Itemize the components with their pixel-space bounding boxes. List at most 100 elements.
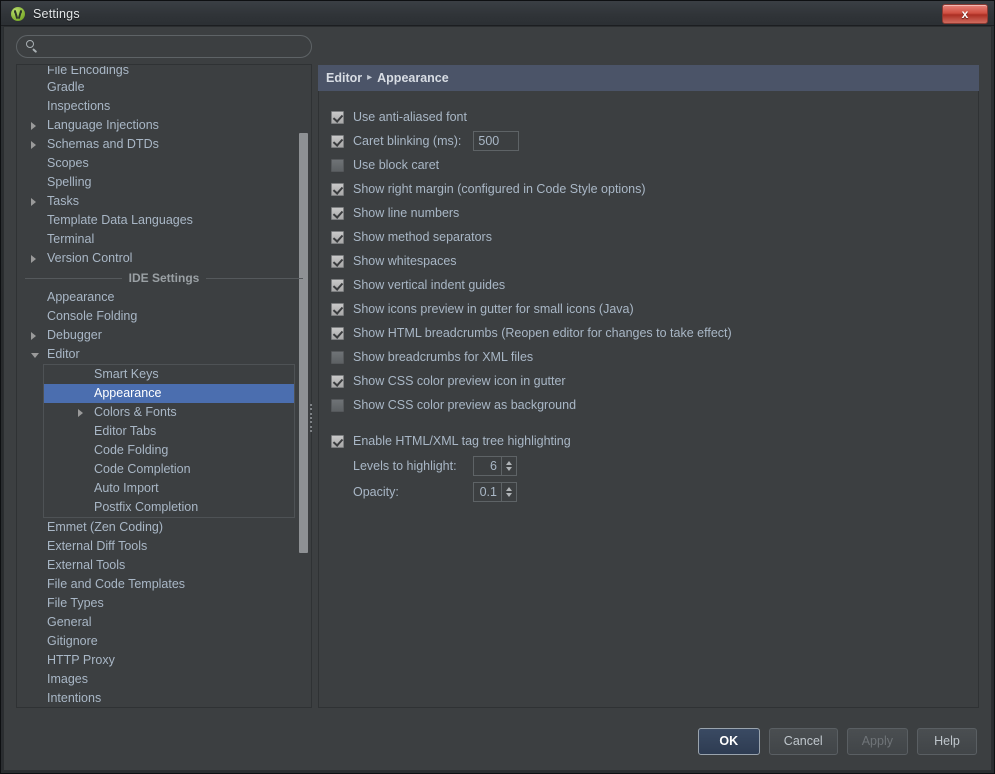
tree-item-label: File and Code Templates: [47, 577, 185, 591]
checkbox-checked-icon[interactable]: [331, 327, 344, 340]
tree-scrollbar-thumb[interactable]: [299, 133, 308, 553]
caret-blinking-input[interactable]: [473, 131, 519, 151]
opacity-value[interactable]: 0.1: [474, 483, 501, 501]
option-row[interactable]: Show breadcrumbs for XML files: [331, 345, 978, 369]
tree-item[interactable]: HTTP Proxy: [17, 651, 311, 670]
settings-tree-panel: File EncodingsGradleInspectionsLanguage …: [16, 35, 312, 708]
levels-to-highlight-label: Levels to highlight:: [353, 459, 473, 473]
tree-item[interactable]: Gitignore: [17, 632, 311, 651]
tree-item[interactable]: Inspections: [17, 97, 311, 116]
opacity-spinner[interactable]: 0.1: [473, 482, 517, 502]
tree-item[interactable]: Tasks: [17, 192, 311, 211]
tree-item[interactable]: File and Code Templates: [17, 575, 311, 594]
checkbox-checked-icon[interactable]: [331, 303, 344, 316]
tree-item[interactable]: Emmet (Zen Coding): [17, 518, 311, 537]
option-row[interactable]: Show HTML breadcrumbs (Reopen editor for…: [331, 321, 978, 345]
close-button[interactable]: x: [942, 4, 988, 24]
option-row[interactable]: Show vertical indent guides: [331, 273, 978, 297]
levels-to-highlight-spinner[interactable]: 6: [473, 456, 517, 476]
tree-item[interactable]: Gradle: [17, 78, 311, 97]
appearance-options: Use anti-aliased font Caret blinking (ms)…: [318, 91, 979, 708]
checkbox-unchecked-icon[interactable]: [331, 351, 344, 364]
chevron-down-icon[interactable]: [31, 353, 39, 358]
settings-detail-panel: Editor ▸ Appearance Use anti-aliased fon…: [318, 65, 979, 708]
chevron-down-icon[interactable]: [506, 493, 512, 497]
option-row[interactable]: Show right margin (configured in Code St…: [331, 177, 978, 201]
chevron-right-icon[interactable]: [31, 198, 36, 206]
tree-item-label: Editor: [47, 347, 80, 361]
tree-item[interactable]: Code Folding: [44, 441, 294, 460]
option-row[interactable]: Caret blinking (ms):: [331, 129, 978, 153]
checkbox-checked-icon[interactable]: [331, 255, 344, 268]
levels-to-highlight-stepper[interactable]: [501, 457, 516, 475]
option-row[interactable]: Show CSS color preview as background: [331, 393, 978, 417]
help-button[interactable]: Help: [917, 728, 977, 755]
option-row[interactable]: Show method separators: [331, 225, 978, 249]
checkbox-unchecked-icon[interactable]: [331, 159, 344, 172]
tree-item[interactable]: Console Folding: [17, 307, 311, 326]
tree-item-label: Appearance: [94, 386, 161, 400]
tree-item[interactable]: Intentions: [17, 689, 311, 708]
chevron-up-icon[interactable]: [506, 461, 512, 465]
spacer: [331, 417, 978, 429]
tree-item[interactable]: General: [17, 613, 311, 632]
search-box[interactable]: [16, 35, 312, 58]
tree-item[interactable]: Debugger: [17, 326, 311, 345]
option-row[interactable]: Show icons preview in gutter for small i…: [331, 297, 978, 321]
checkbox-checked-icon[interactable]: [331, 111, 344, 124]
chevron-up-icon[interactable]: [506, 487, 512, 491]
tree-item[interactable]: Terminal: [17, 230, 311, 249]
tree-item[interactable]: Editor: [17, 345, 311, 364]
chevron-right-icon[interactable]: [31, 332, 36, 340]
option-label: Use anti-aliased font: [353, 110, 467, 124]
option-row[interactable]: Show whitespaces: [331, 249, 978, 273]
checkbox-checked-icon[interactable]: [331, 231, 344, 244]
checkbox-checked-icon[interactable]: [331, 375, 344, 388]
enable-tag-tree-row[interactable]: Enable HTML/XML tag tree highlighting: [331, 429, 978, 453]
opacity-stepper[interactable]: [501, 483, 516, 501]
chevron-down-icon[interactable]: [506, 467, 512, 471]
tree-item[interactable]: File Encodings: [17, 66, 311, 78]
tree-item[interactable]: Appearance: [44, 384, 294, 403]
tree-item[interactable]: Spelling: [17, 173, 311, 192]
checkbox-checked-icon[interactable]: [331, 135, 344, 148]
option-row[interactable]: Use anti-aliased font: [331, 105, 978, 129]
tree-item-label: General: [47, 615, 91, 629]
tree-item[interactable]: Editor Tabs: [44, 422, 294, 441]
levels-to-highlight-value[interactable]: 6: [474, 457, 501, 475]
close-icon: x: [962, 8, 969, 20]
tree-item[interactable]: Appearance: [17, 288, 311, 307]
checkbox-checked-icon[interactable]: [331, 279, 344, 292]
option-row[interactable]: Use block caret: [331, 153, 978, 177]
settings-dialog: File EncodingsGradleInspectionsLanguage …: [3, 26, 992, 771]
chevron-right-icon[interactable]: [31, 255, 36, 263]
checkbox-checked-icon[interactable]: [331, 435, 344, 448]
tree-item[interactable]: Smart Keys: [44, 365, 294, 384]
ok-button[interactable]: OK: [698, 728, 760, 755]
tree-item[interactable]: Template Data Languages: [17, 211, 311, 230]
tree-item[interactable]: Postfix Completion: [44, 498, 294, 517]
checkbox-checked-icon[interactable]: [331, 207, 344, 220]
tree-item[interactable]: Schemas and DTDs: [17, 135, 311, 154]
tree-item[interactable]: Images: [17, 670, 311, 689]
panel-splitter[interactable]: [308, 403, 314, 433]
chevron-right-icon[interactable]: [31, 141, 36, 149]
tree-item[interactable]: External Diff Tools: [17, 537, 311, 556]
checkbox-unchecked-icon[interactable]: [331, 399, 344, 412]
tree-item-label: Debugger: [47, 328, 102, 342]
option-row[interactable]: Show CSS color preview icon in gutter: [331, 369, 978, 393]
option-row[interactable]: Show line numbers: [331, 201, 978, 225]
tree-item[interactable]: Scopes: [17, 154, 311, 173]
tree-item[interactable]: Auto Import: [44, 479, 294, 498]
tree-item[interactable]: Language Injections: [17, 116, 311, 135]
chevron-right-icon[interactable]: [31, 122, 36, 130]
cancel-button[interactable]: Cancel: [769, 728, 838, 755]
tree-item[interactable]: Colors & Fonts: [44, 403, 294, 422]
tree-item[interactable]: File Types: [17, 594, 311, 613]
tree-item[interactable]: Code Completion: [44, 460, 294, 479]
tree-item[interactable]: Version Control: [17, 249, 311, 268]
tree-item[interactable]: External Tools: [17, 556, 311, 575]
chevron-right-icon[interactable]: [78, 409, 83, 417]
checkbox-checked-icon[interactable]: [331, 183, 344, 196]
search-input[interactable]: [39, 40, 311, 54]
